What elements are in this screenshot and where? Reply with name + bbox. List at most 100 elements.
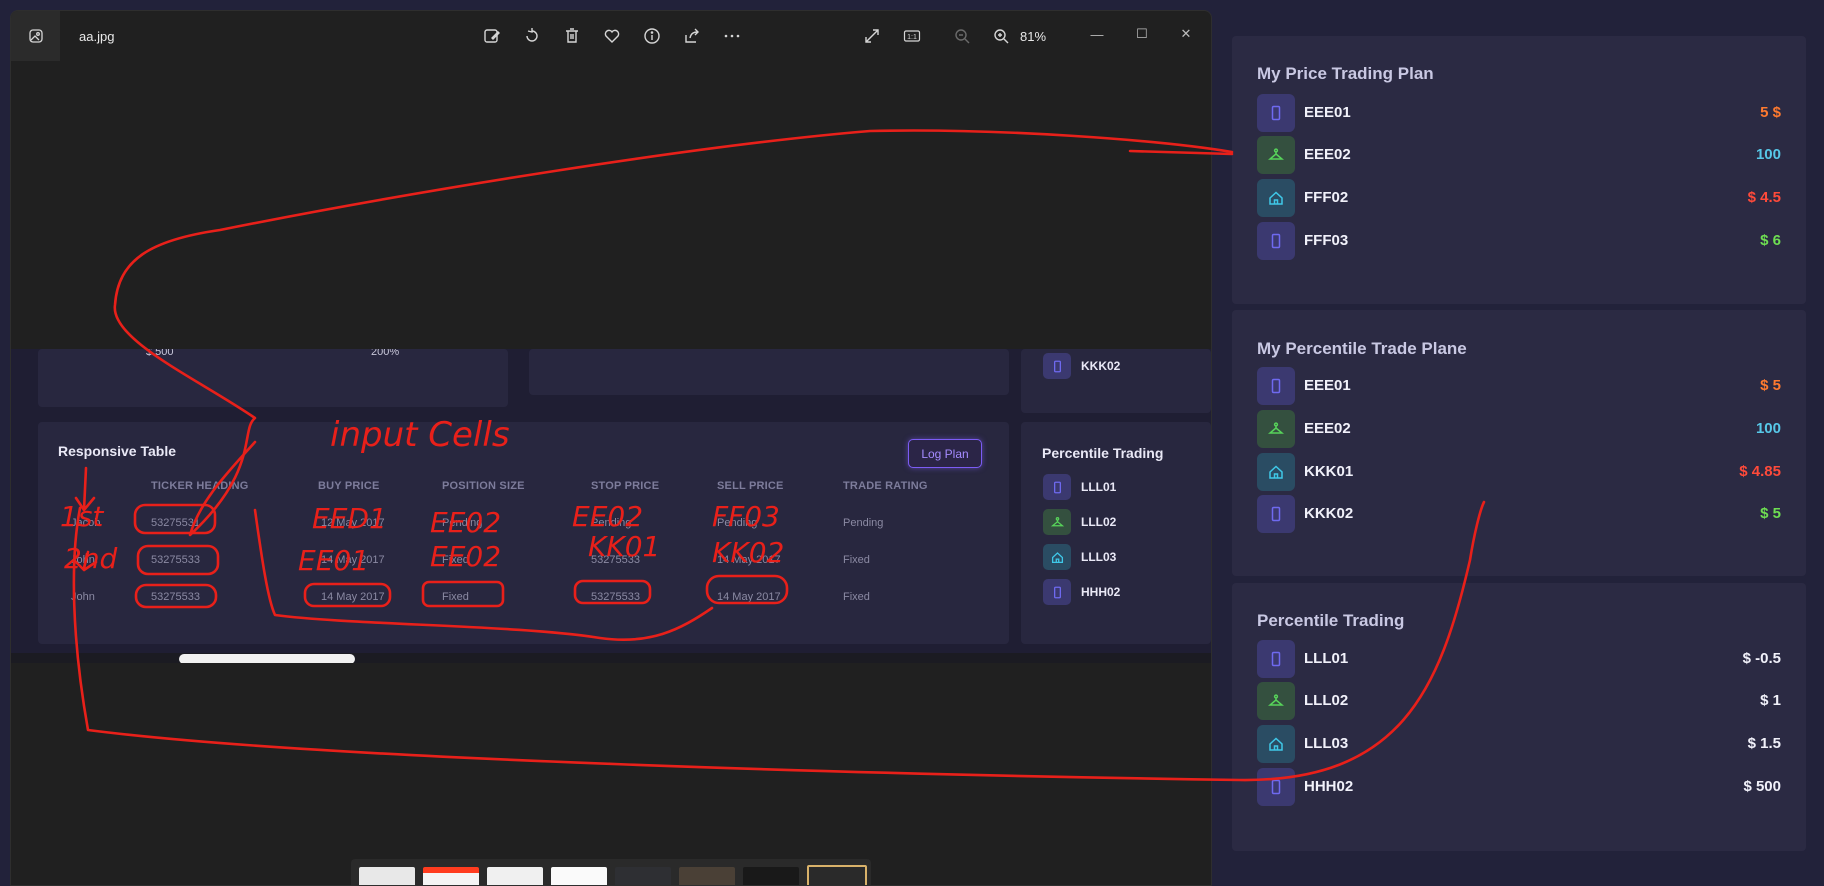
file-name: aa.jpg bbox=[79, 29, 115, 44]
photo-td: Fixed bbox=[843, 591, 870, 603]
photo-td: 53275533 bbox=[591, 554, 640, 566]
item-value: $ 4.5 bbox=[1747, 189, 1781, 206]
delete-icon[interactable] bbox=[562, 26, 582, 46]
item-name: LLL03 bbox=[1304, 735, 1349, 752]
item-name: EEE02 bbox=[1304, 146, 1351, 163]
list-item[interactable]: EEE01 $ 5 bbox=[1257, 367, 1781, 405]
item-value: $ 6 bbox=[1760, 232, 1781, 249]
edit-image-icon[interactable] bbox=[482, 26, 502, 46]
hanger-icon bbox=[1043, 509, 1071, 535]
list-item[interactable]: LLL02 $ 1 bbox=[1257, 682, 1781, 720]
zoom-level[interactable]: 81% bbox=[1020, 29, 1046, 44]
photo-th: TRADE RATING bbox=[843, 480, 928, 492]
actual-size-icon[interactable]: 1:1 bbox=[902, 26, 922, 46]
thumbnail[interactable] bbox=[359, 867, 415, 885]
panel-title: My Percentile Trade Plane bbox=[1257, 339, 1467, 358]
zoom-out-icon[interactable] bbox=[952, 26, 972, 46]
panel-title: My Price Trading Plan bbox=[1257, 64, 1434, 83]
photo-td: 14 May 2017 bbox=[321, 591, 385, 603]
list-item[interactable]: HHH02 $ 500 bbox=[1257, 768, 1781, 806]
item-value: $ 1 bbox=[1760, 692, 1781, 709]
thumbnail[interactable] bbox=[679, 867, 735, 885]
photo-side-title: Percentile Trading bbox=[1042, 445, 1164, 461]
zoom-in-icon[interactable] bbox=[991, 26, 1011, 46]
svg-text:1:1: 1:1 bbox=[907, 34, 917, 41]
share-icon[interactable] bbox=[682, 26, 702, 46]
item-name: KKK01 bbox=[1304, 463, 1354, 480]
phone-icon bbox=[1043, 579, 1071, 605]
maximize-icon[interactable]: ☐ bbox=[1127, 23, 1157, 45]
photo-side-item: KKK02 bbox=[1081, 359, 1121, 373]
item-name: EEE02 bbox=[1304, 420, 1351, 437]
thumbnail-selected[interactable] bbox=[807, 865, 867, 885]
list-item[interactable]: EEE02 100 bbox=[1257, 136, 1781, 174]
photo-td: Pending bbox=[717, 517, 758, 529]
phone-icon bbox=[1257, 640, 1295, 678]
photo-stat-value: $ 500 bbox=[146, 349, 174, 358]
list-item[interactable]: EEE02 100 bbox=[1257, 410, 1781, 448]
list-item[interactable]: FFF03 $ 6 bbox=[1257, 222, 1781, 260]
photo-td: Pending bbox=[843, 517, 884, 529]
item-name: EEE01 bbox=[1304, 377, 1351, 394]
list-item[interactable]: LLL01 $ -0.5 bbox=[1257, 640, 1781, 678]
item-value: 100 bbox=[1755, 146, 1781, 163]
filmstrip bbox=[351, 859, 871, 885]
photo-td: Fixed bbox=[843, 554, 870, 566]
photo-th: TICKER HEADING bbox=[151, 480, 249, 492]
percentile-trading-panel: Percentile Trading LLL01 $ -0.5 LLL02 $ … bbox=[1232, 583, 1806, 851]
minimize-icon[interactable]: — bbox=[1082, 23, 1112, 45]
favorite-heart-icon[interactable] bbox=[602, 26, 622, 46]
thumbnail[interactable] bbox=[423, 867, 479, 885]
home-icon bbox=[1257, 453, 1295, 491]
phone-icon bbox=[1257, 768, 1295, 806]
photo-side-item: LLL03 bbox=[1081, 550, 1117, 564]
item-value: $ 4.85 bbox=[1739, 463, 1781, 480]
list-item[interactable]: FFF02 $ 4.5 bbox=[1257, 179, 1781, 217]
photo-td: 14 May 2017 bbox=[717, 554, 781, 566]
photo-side-item: HHH02 bbox=[1081, 585, 1121, 599]
photo-td: 53275533 bbox=[591, 591, 640, 603]
list-item[interactable]: KKK02 $ 5 bbox=[1257, 495, 1781, 533]
photo-td: 53275531 bbox=[151, 517, 200, 529]
fullscreen-icon[interactable] bbox=[862, 26, 882, 46]
thumbnail[interactable] bbox=[551, 867, 607, 885]
phone-icon bbox=[1257, 222, 1295, 260]
price-trading-plan-panel: My Price Trading Plan EEE01 5 $ EEE02 10… bbox=[1232, 36, 1806, 304]
info-icon[interactable] bbox=[642, 26, 662, 46]
photo-stat-percent: 200% bbox=[371, 349, 400, 358]
photo-td: Fixed bbox=[442, 554, 469, 566]
phone-icon bbox=[1257, 495, 1295, 533]
rotate-icon[interactable] bbox=[522, 26, 542, 46]
home-icon bbox=[1257, 179, 1295, 217]
item-name: KKK02 bbox=[1304, 505, 1354, 522]
hanger-icon bbox=[1257, 410, 1295, 448]
photo-th: POSITION SIZE bbox=[442, 480, 525, 492]
more-options-icon[interactable] bbox=[722, 26, 742, 46]
phone-icon bbox=[1043, 353, 1071, 379]
list-item[interactable]: EEE01 5 $ bbox=[1257, 94, 1781, 132]
hanger-icon bbox=[1257, 682, 1295, 720]
panel-title: Percentile Trading bbox=[1257, 611, 1405, 630]
photo-th: SELL PRICE bbox=[717, 480, 784, 492]
photo-td: Fixed bbox=[442, 591, 469, 603]
item-value: $ 1.5 bbox=[1747, 735, 1781, 752]
photo-th: BUY PRICE bbox=[318, 480, 380, 492]
item-name: EEE01 bbox=[1304, 104, 1351, 121]
list-item[interactable]: LLL03 $ 1.5 bbox=[1257, 725, 1781, 763]
photo-table-title: Responsive Table bbox=[58, 443, 177, 459]
close-icon[interactable]: ✕ bbox=[1171, 23, 1201, 45]
photo-td: 12 May 2017 bbox=[321, 517, 385, 529]
thumbnail[interactable] bbox=[615, 867, 671, 885]
thumbnail[interactable] bbox=[487, 867, 543, 885]
home-icon bbox=[1043, 544, 1071, 570]
thumbnail[interactable] bbox=[743, 867, 799, 885]
log-plan-button: Log Plan bbox=[908, 439, 982, 468]
list-item[interactable]: KKK01 $ 4.85 bbox=[1257, 453, 1781, 491]
item-value: $ -0.5 bbox=[1742, 650, 1781, 667]
photo-td: 14 May 2017 bbox=[717, 591, 781, 603]
photos-app-icon[interactable] bbox=[11, 11, 60, 61]
photo-stat-card bbox=[38, 349, 508, 407]
photo-table-card bbox=[38, 422, 1009, 644]
photo-viewer-window: aa.jpg 1:1 81% — ☐ ✕ $ 500 200% KKK02 Re… bbox=[10, 10, 1212, 886]
photo-taskbar-search bbox=[179, 654, 355, 663]
